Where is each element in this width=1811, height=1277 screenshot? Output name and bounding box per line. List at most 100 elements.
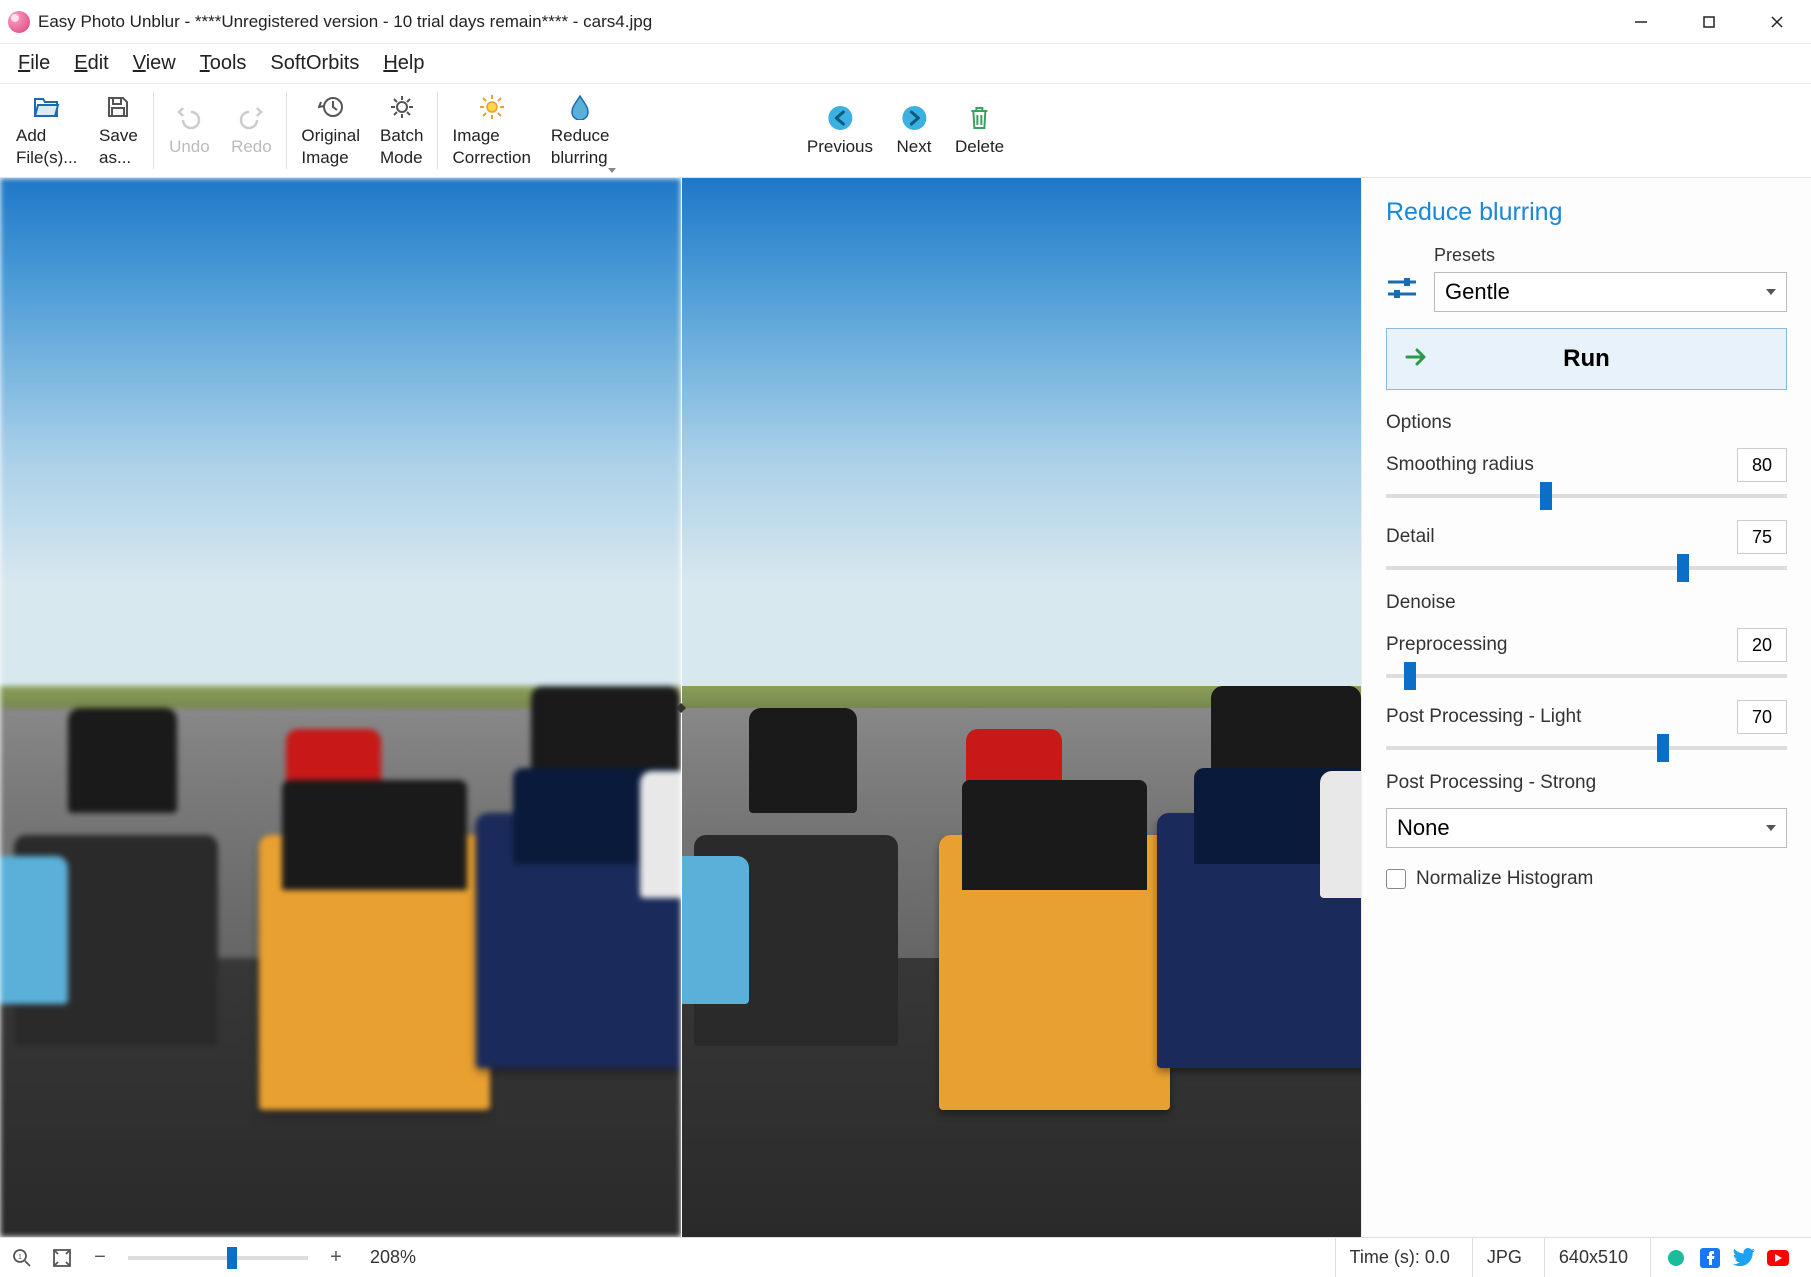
droplet-icon — [566, 93, 594, 121]
post-light-label: Post Processing - Light — [1386, 706, 1581, 728]
previous-button[interactable]: Previous — [797, 84, 883, 177]
menu-edit[interactable]: Edit — [62, 46, 120, 81]
sun-icon — [478, 93, 506, 121]
window-controls — [1607, 0, 1811, 43]
detail-slider[interactable] — [1386, 566, 1787, 570]
sliders-icon — [1386, 274, 1418, 306]
slider-thumb[interactable] — [1657, 734, 1669, 762]
status-dimensions: 640x510 — [1544, 1238, 1642, 1277]
smoothing-value[interactable]: 80 — [1737, 448, 1787, 482]
reduce-blurring-button[interactable]: Reduceblurring — [541, 84, 620, 177]
presets-label: Presets — [1434, 245, 1787, 266]
denoise-label: Denoise — [1386, 592, 1787, 614]
minimize-button[interactable] — [1607, 0, 1675, 43]
normalize-checkbox[interactable]: Normalize Histogram — [1386, 868, 1787, 890]
detail-slider-group: Detail 75 — [1386, 520, 1787, 570]
slider-thumb[interactable] — [227, 1247, 237, 1269]
zoom-actual-button[interactable]: 1 — [8, 1244, 36, 1272]
titlebar: Easy Photo Unblur - ****Unregistered ver… — [0, 0, 1811, 44]
image-correction-button[interactable]: ImageCorrection — [442, 84, 540, 177]
youtube-icon[interactable] — [1767, 1247, 1789, 1269]
next-button[interactable]: Next — [883, 84, 945, 177]
preprocessing-slider-group: Preprocessing 20 — [1386, 628, 1787, 678]
arrow-left-circle-icon — [826, 104, 854, 132]
split-handle-icon[interactable] — [676, 696, 686, 720]
zoom-in-button[interactable]: + — [324, 1246, 348, 1270]
facebook-icon[interactable] — [1699, 1247, 1721, 1269]
preprocessing-label: Preprocessing — [1386, 634, 1507, 656]
menu-tools[interactable]: Tools — [188, 46, 259, 81]
save-as-label: Saveas... — [99, 125, 138, 168]
checkbox-icon — [1386, 869, 1406, 889]
detail-value[interactable]: 75 — [1737, 520, 1787, 554]
side-panel: Reduce blurring Presets Gentle — [1361, 178, 1811, 1237]
menu-help[interactable]: Help — [371, 46, 436, 81]
delete-label: Delete — [955, 136, 1004, 157]
chevron-down-icon[interactable] — [608, 168, 616, 173]
add-files-button[interactable]: AddFile(s)... — [6, 84, 87, 177]
window-title: Easy Photo Unblur - ****Unregistered ver… — [38, 12, 652, 32]
post-strong-label: Post Processing - Strong — [1386, 772, 1787, 794]
post-light-slider-group: Post Processing - Light 70 — [1386, 700, 1787, 750]
menu-softorbits[interactable]: SoftOrbits — [258, 46, 371, 81]
folder-open-icon — [33, 93, 61, 121]
app-icon — [8, 11, 30, 33]
presets-value: Gentle — [1445, 279, 1510, 305]
post-strong-value: None — [1397, 815, 1450, 841]
previous-label: Previous — [807, 136, 873, 157]
close-button[interactable] — [1743, 0, 1811, 43]
panel-title: Reduce blurring — [1386, 198, 1787, 227]
zoom-percent: 208% — [370, 1247, 416, 1268]
batch-mode-button[interactable]: BatchMode — [370, 84, 433, 177]
twitter-icon[interactable] — [1733, 1247, 1755, 1269]
slider-thumb[interactable] — [1540, 482, 1552, 510]
original-image-button[interactable]: OriginalImage — [291, 84, 370, 177]
clock-undo-icon — [317, 93, 345, 121]
zoom-out-button[interactable]: − — [88, 1246, 112, 1270]
slider-thumb[interactable] — [1404, 662, 1416, 690]
maximize-button[interactable] — [1675, 0, 1743, 43]
post-light-slider[interactable] — [1386, 746, 1787, 750]
original-image-label: OriginalImage — [301, 125, 360, 168]
statusbar: 1 − + 208% Time (s): 0.0 JPG 640x510 — [0, 1237, 1811, 1277]
preprocessing-value[interactable]: 20 — [1737, 628, 1787, 662]
options-label: Options — [1386, 412, 1787, 434]
presets-select[interactable]: Gentle — [1434, 272, 1787, 312]
smoothing-slider[interactable] — [1386, 494, 1787, 498]
run-label: Run — [1563, 345, 1610, 373]
zoom-fit-button[interactable] — [48, 1244, 76, 1272]
image-correction-label: ImageCorrection — [452, 125, 530, 168]
trash-icon — [966, 104, 994, 132]
undo-button[interactable]: Undo — [158, 84, 220, 177]
status-time: Time (s): 0.0 — [1335, 1238, 1464, 1277]
toolbar: AddFile(s)... Saveas... Undo Redo — [0, 84, 1811, 178]
delete-button[interactable]: Delete — [945, 84, 1014, 177]
svg-text:1: 1 — [18, 1254, 22, 1261]
arrow-right-circle-icon — [900, 104, 928, 132]
post-light-value[interactable]: 70 — [1737, 700, 1787, 734]
arrow-right-icon — [1405, 347, 1429, 371]
run-button[interactable]: Run — [1386, 328, 1787, 390]
post-strong-select[interactable]: None — [1386, 808, 1787, 848]
slider-thumb[interactable] — [1677, 554, 1689, 582]
softorbits-link-icon[interactable] — [1665, 1247, 1687, 1269]
image-preview[interactable] — [0, 178, 1361, 1237]
main-area: Reduce blurring Presets Gentle — [0, 178, 1811, 1237]
save-as-button[interactable]: Saveas... — [87, 84, 149, 177]
menu-view[interactable]: View — [121, 46, 188, 81]
undo-icon — [175, 104, 203, 132]
redo-button[interactable]: Redo — [220, 84, 282, 177]
before-pane — [0, 178, 681, 1237]
redo-label: Redo — [231, 136, 272, 157]
batch-mode-label: BatchMode — [380, 125, 423, 168]
undo-label: Undo — [169, 136, 210, 157]
add-files-label: AddFile(s)... — [16, 125, 77, 168]
menu-file[interactable]: File — [6, 46, 62, 81]
preprocessing-slider[interactable] — [1386, 674, 1787, 678]
smoothing-slider-group: Smoothing radius 80 — [1386, 448, 1787, 498]
next-label: Next — [897, 136, 932, 157]
normalize-label: Normalize Histogram — [1416, 868, 1593, 890]
after-pane — [681, 178, 1362, 1237]
zoom-slider[interactable] — [128, 1256, 308, 1260]
status-format: JPG — [1472, 1238, 1536, 1277]
